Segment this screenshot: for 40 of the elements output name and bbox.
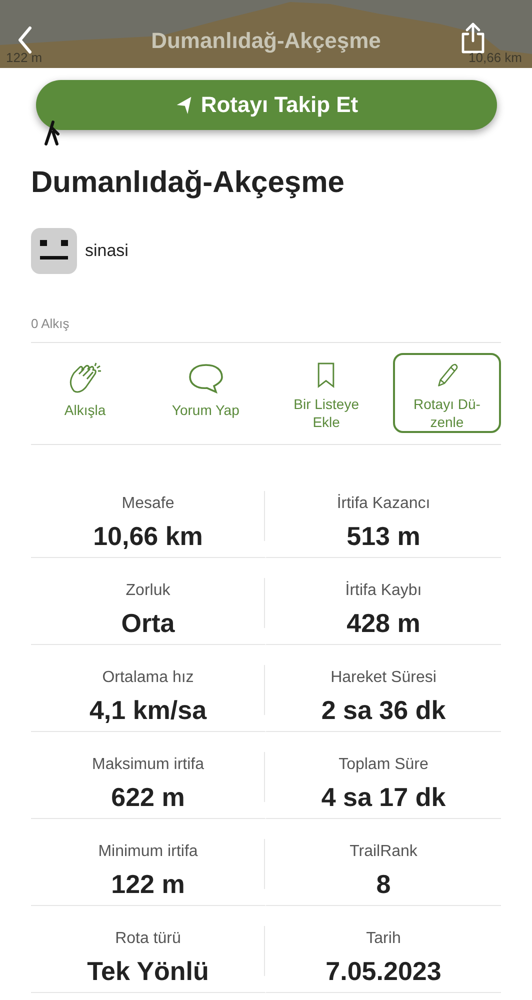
stat-value: 7.05.2023 [326,956,442,987]
follow-route-button[interactable]: Rotayı Takip Et [36,80,497,130]
stat-value: Orta [121,608,175,639]
action-button[interactable]: Alkışla [31,353,139,433]
action-button[interactable]: Bir Listeye Ekle [272,353,380,433]
stat-label: TrailRank [350,843,418,861]
navigation-arrow-icon [174,95,193,115]
author-name[interactable]: sinasi [85,241,128,261]
stat-label: Hareket Süresi [330,669,436,687]
action-button[interactable]: Yorum Yap [152,353,260,433]
profile-label: 10,66 km [468,50,522,65]
stat-value: 122 m [111,869,185,900]
stat-label: İrtifa Kazancı [336,495,430,513]
share-icon[interactable] [460,22,486,54]
stat-value: 8 [376,869,391,900]
stat-label: Rota türü [115,930,181,948]
route-title: Dumanlıdağ-Akçeşme [31,166,344,200]
stat-value: 513 m [346,521,420,552]
stat-value: 2 sa 36 dk [321,695,446,726]
stat-label: Ortalama hız [102,669,194,687]
stat-value: 4 sa 17 dk [321,782,446,813]
stat-value: 428 m [346,608,420,639]
stat-value: Tek Yönlü [87,956,209,987]
back-icon[interactable] [17,26,33,54]
action-button[interactable]: Rotayı Dü-zenle [392,353,501,433]
stat-label: Toplam Süre [338,756,428,774]
speech-bubble-icon [186,361,225,395]
stat-label: Mesafe [122,495,174,513]
profile-label: 122 m [6,50,42,65]
stat-label: Tarih [366,930,401,948]
stat-label: Minimum irtifa [98,843,198,861]
stat-value: 4,1 km/sa [89,695,207,726]
clap-count: 0 Alkış [31,316,70,331]
avatar-icon[interactable] [31,228,77,274]
header-title: Dumanlıdağ-Akçeşme [151,28,381,54]
stat-label: Zorluk [126,582,170,600]
stat-value: 10,66 km [93,521,203,552]
stat-label: Maksimum irtifa [92,756,204,774]
stat-value: 622 m [111,782,185,813]
stat-label: İrtifa Kaybı [345,582,422,600]
